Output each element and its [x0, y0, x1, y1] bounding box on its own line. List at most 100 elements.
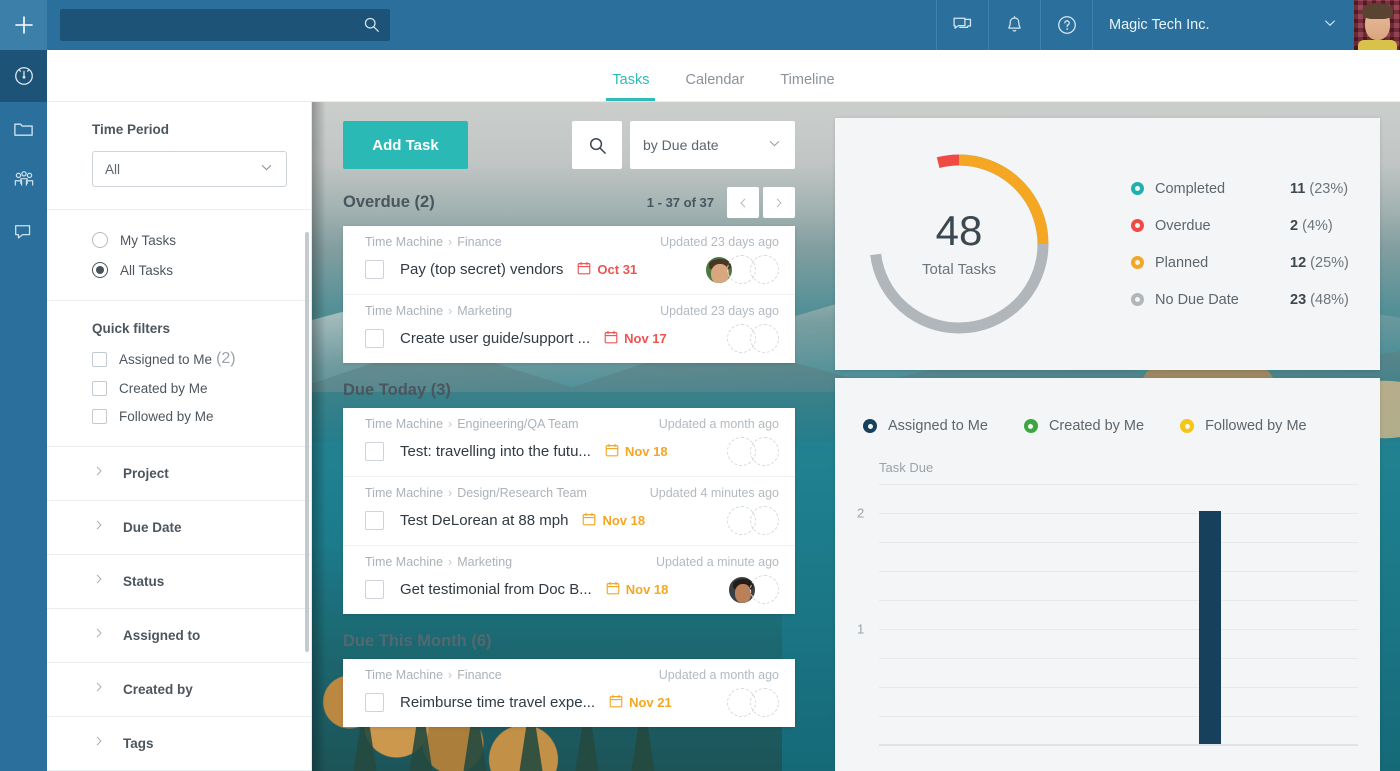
task-checkbox[interactable] [365, 442, 384, 461]
task-name[interactable]: Test: travelling into the futu... [400, 443, 591, 460]
task-checkbox[interactable] [365, 260, 384, 279]
assignee-empty-slot[interactable] [750, 324, 779, 353]
task-row[interactable]: Time Machine › Finance Updated a month a… [343, 659, 795, 727]
assignee-empty-slot[interactable] [750, 575, 779, 604]
checkbox-icon [92, 351, 107, 367]
gridline [879, 658, 1358, 659]
tab-calendar[interactable]: Calendar [667, 72, 762, 101]
legend-item-followed-by-me[interactable]: Followed by Me [1180, 418, 1307, 434]
task-assignees[interactable] [727, 506, 779, 535]
legend-row-planned[interactable]: Planned 12 (25%) [1131, 244, 1349, 281]
task-row[interactable]: Time Machine › Finance Updated 23 days a… [343, 226, 795, 295]
assignee-empty-slot[interactable] [750, 255, 779, 284]
legend-count: 2 [1290, 217, 1299, 234]
checkbox-icon [92, 409, 107, 424]
task-row[interactable]: Time Machine › Marketing Updated 23 days… [343, 295, 795, 363]
radio-all-tasks[interactable]: All Tasks [92, 262, 287, 278]
legend-row-completed[interactable]: Completed 11 (23%) [1131, 170, 1349, 207]
gridline [879, 716, 1358, 717]
pager-next-button[interactable] [763, 187, 795, 218]
task-name[interactable]: Test DeLorean at 88 mph [400, 512, 568, 529]
filter-scrollbar[interactable] [305, 232, 309, 652]
task-name[interactable]: Pay (top secret) vendors [400, 261, 563, 278]
assignee-empty-slot[interactable] [750, 506, 779, 535]
filter-section-status[interactable]: Status [47, 555, 311, 609]
task-assignees[interactable] [727, 437, 779, 466]
filter-section-tags[interactable]: Tags [47, 717, 311, 771]
task-assignees[interactable] [727, 324, 779, 353]
org-switcher[interactable]: Magic Tech Inc. [1092, 0, 1354, 50]
sidebar-item-projects[interactable] [0, 102, 47, 154]
task-checkbox[interactable] [365, 511, 384, 530]
chevron-right-icon [92, 572, 106, 591]
sidebar-item-team[interactable] [0, 154, 47, 206]
task-row[interactable]: Time Machine › Marketing Updated a minut… [343, 546, 795, 614]
task-main: Test: travelling into the futu... Nov 18 [365, 437, 779, 466]
due-date-text: Nov 21 [629, 695, 672, 710]
add-task-button[interactable]: Add Task [343, 121, 468, 169]
add-new-button[interactable] [0, 0, 47, 50]
legend-row-no-due-date[interactable]: No Due Date 23 (48%) [1131, 281, 1349, 318]
checkbox-followed-by-me[interactable]: Followed by Me [92, 409, 287, 424]
filter-section-assigned-to[interactable]: Assigned to [47, 609, 311, 663]
checkbox-created-by-me[interactable]: Created by Me [92, 381, 287, 396]
time-period-select[interactable]: All [92, 151, 287, 187]
legend-row-overdue[interactable]: Overdue 2 (4%) [1131, 207, 1349, 244]
messages-button[interactable] [936, 0, 988, 50]
filter-section-project[interactable]: Project [47, 447, 311, 501]
y-axis-tick: 2 [857, 505, 865, 521]
task-summary-panel: 48 Total Tasks Completed 11 (23%) Overdu… [835, 118, 1380, 370]
calendar-icon [577, 261, 591, 278]
task-row[interactable]: Time Machine › Design/Research Team Upda… [343, 477, 795, 546]
task-assignees[interactable] [727, 688, 779, 717]
assignee-empty-slot[interactable] [750, 437, 779, 466]
search-input[interactable] [60, 9, 390, 41]
sort-select[interactable]: by Due date [630, 121, 795, 169]
legend-item-assigned-to-me[interactable]: Assigned to Me [863, 418, 988, 434]
breadcrumb-separator: › [448, 235, 453, 249]
task-meta: Time Machine › Engineering/QA Team Updat… [365, 417, 779, 431]
donut-chart: 48 Total Tasks [859, 144, 1059, 344]
task-assignees[interactable] [728, 575, 779, 604]
help-button[interactable] [1040, 0, 1092, 50]
due-date-text: Nov 18 [625, 582, 669, 597]
quick-filters-title: Quick filters [92, 321, 171, 336]
due-date-text: Nov 18 [624, 444, 668, 459]
task-checkbox[interactable] [365, 693, 384, 712]
user-avatar[interactable] [1354, 0, 1400, 50]
task-project: Time Machine [365, 555, 444, 569]
legend-dot-followed-by-me [1180, 419, 1195, 433]
filter-section-due-date[interactable]: Due Date [47, 501, 311, 555]
global-search[interactable] [60, 9, 390, 41]
sidebar-item-chat[interactable] [0, 206, 47, 258]
total-tasks-label: Total Tasks [922, 261, 996, 278]
bar-assigned-to-me[interactable] [1199, 511, 1221, 744]
search-icon [589, 137, 606, 154]
tab-timeline[interactable]: Timeline [762, 72, 852, 101]
sidebar-item-dashboard[interactable] [0, 50, 47, 102]
task-name[interactable]: Create user guide/support ... [400, 330, 590, 347]
tab-tasks[interactable]: Tasks [594, 72, 667, 101]
task-search-button[interactable] [572, 121, 622, 169]
gridline [879, 484, 1358, 485]
sort-label: by Due date [643, 137, 719, 153]
task-assignees[interactable] [705, 255, 779, 284]
task-scope-group: My Tasks All Tasks [47, 210, 311, 301]
task-checkbox[interactable] [365, 329, 384, 348]
task-checkbox[interactable] [365, 580, 384, 599]
task-name[interactable]: Reimburse time travel expe... [400, 694, 595, 711]
chevron-right-icon [92, 464, 106, 483]
filter-section-created-by[interactable]: Created by [47, 663, 311, 717]
task-main: Create user guide/support ... Nov 17 [365, 324, 779, 353]
task-name[interactable]: Get testimonial from Doc B... [400, 581, 592, 598]
gridline [879, 629, 1358, 630]
legend-label: Completed [1155, 180, 1226, 197]
checkbox-assigned-to-me[interactable]: Assigned to Me (2) [92, 350, 287, 368]
legend-item-created-by-me[interactable]: Created by Me [1023, 418, 1144, 434]
chat-icon [953, 17, 972, 29]
notifications-button[interactable] [988, 0, 1040, 50]
radio-my-tasks[interactable]: My Tasks [92, 232, 287, 248]
pager-prev-button[interactable] [727, 187, 759, 218]
task-row[interactable]: Time Machine › Engineering/QA Team Updat… [343, 408, 795, 477]
assignee-empty-slot[interactable] [750, 688, 779, 717]
